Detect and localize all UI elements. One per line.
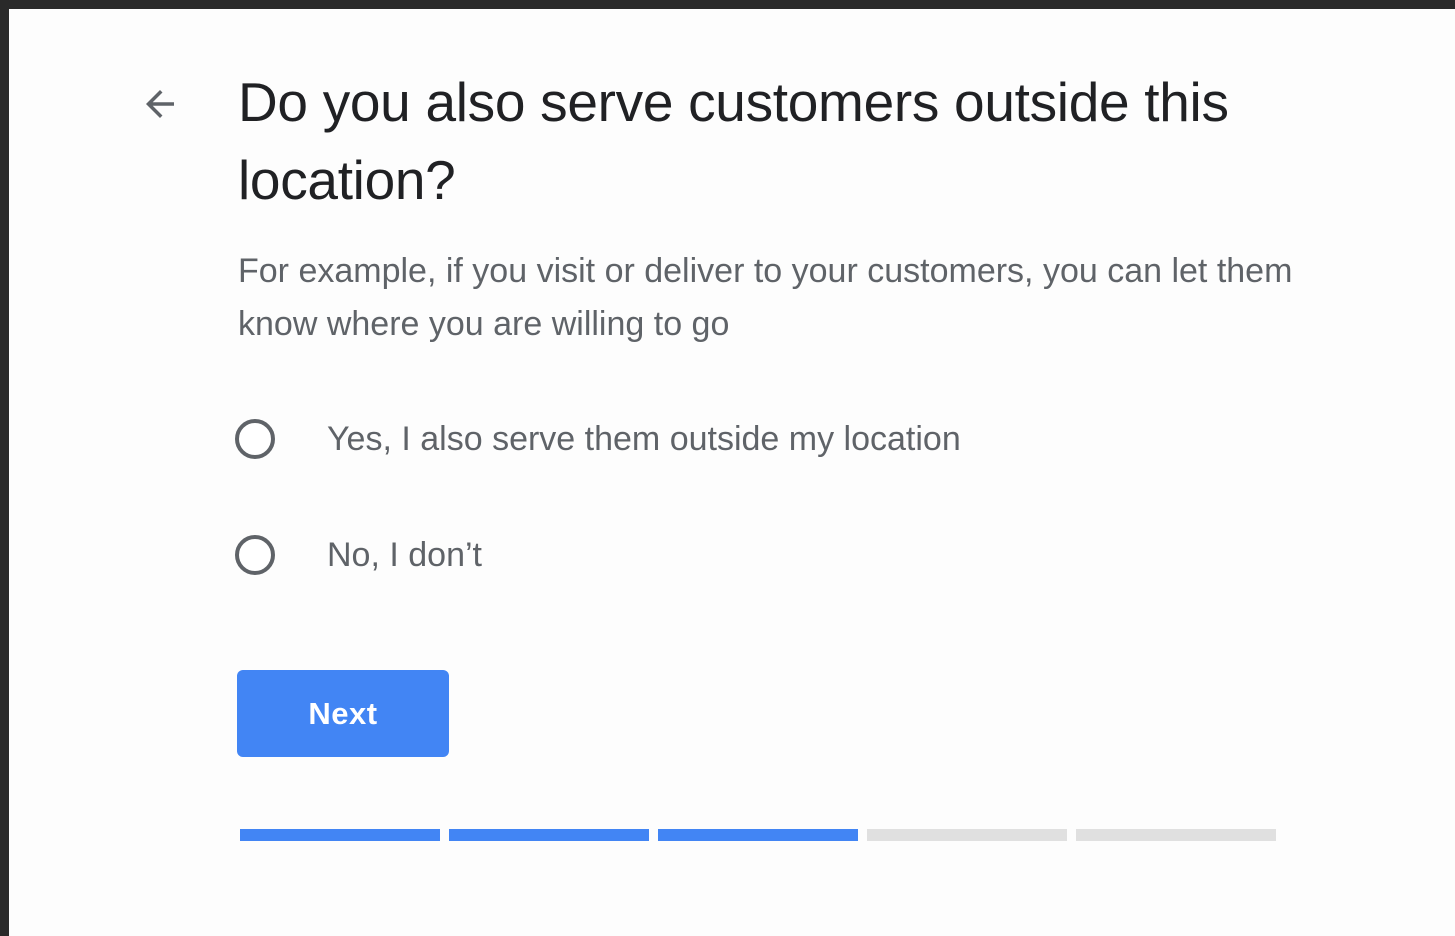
option-yes[interactable]: Yes, I also serve them outside my locati… xyxy=(235,411,961,467)
progress-bar xyxy=(240,829,1276,841)
radio-button-no[interactable] xyxy=(235,535,275,575)
progress-step xyxy=(1076,829,1276,841)
back-button[interactable] xyxy=(131,75,189,133)
option-no-label: No, I don’t xyxy=(327,535,482,574)
progress-step xyxy=(449,829,649,841)
arrow-back-icon xyxy=(146,90,174,118)
option-yes-label: Yes, I also serve them outside my locati… xyxy=(327,419,961,458)
page-description: For example, if you visit or deliver to … xyxy=(238,252,1293,343)
option-no[interactable]: No, I don’t xyxy=(235,527,482,583)
next-button[interactable]: Next xyxy=(237,670,449,757)
radio-button-yes[interactable] xyxy=(235,419,275,459)
progress-step xyxy=(658,829,858,841)
page-title: Do you also serve customers outside this… xyxy=(238,71,1229,211)
setup-dialog: Do you also serve customers outside this… xyxy=(0,0,1455,936)
progress-step xyxy=(240,829,440,841)
progress-step xyxy=(867,829,1067,841)
